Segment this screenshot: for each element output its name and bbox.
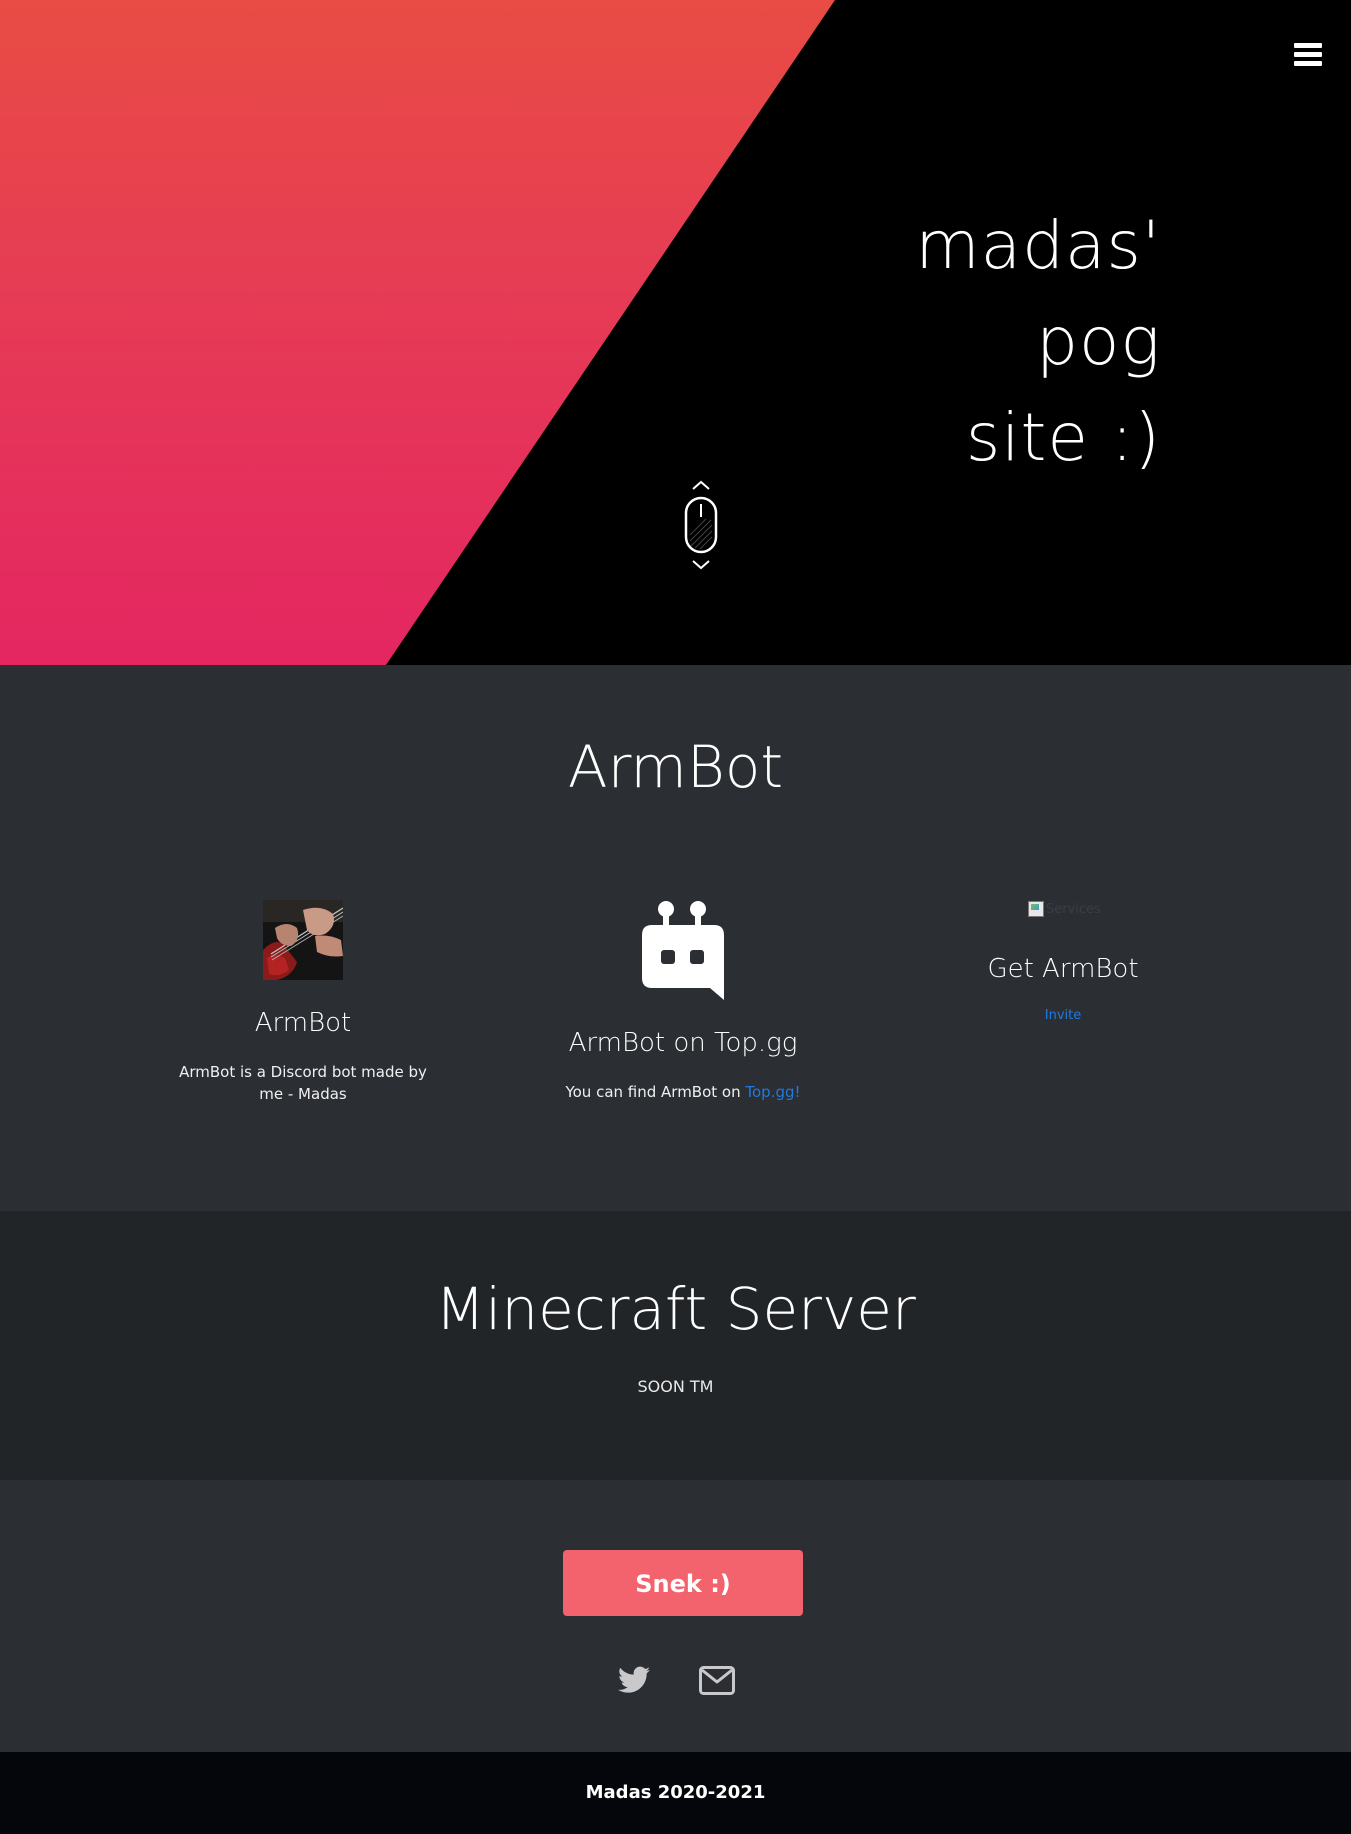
mail-icon[interactable]: [699, 1666, 735, 1696]
topgg-robot-icon: [642, 901, 724, 1000]
get-armbot-card-heading: Get ArmBot: [987, 954, 1139, 984]
minecraft-section-title: Minecraft Server: [435, 1275, 916, 1343]
hero-title-line-2: pog: [1036, 303, 1161, 380]
hero-title-line-3: site :): [965, 399, 1161, 476]
topgg-card-heading: ArmBot on Top.gg: [568, 1028, 798, 1058]
broken-image-icon: [1028, 901, 1044, 917]
hero-section: madas' pog site :): [0, 0, 1351, 665]
minecraft-section: Minecraft Server SOON TM: [0, 1211, 1351, 1480]
topgg-card-text: You can find ArmBot on Top.gg!: [533, 1081, 833, 1103]
armbot-card-text: ArmBot is a Discord bot made by me - Mad…: [179, 1063, 427, 1103]
armbot-card-heading: ArmBot: [254, 1008, 352, 1038]
guitar-avatar-image: [263, 900, 343, 980]
armbot-section: ArmBot ArmBot ArmBot is a Discord bot ma…: [0, 665, 1351, 1211]
hero-title: madas' pog site :): [761, 198, 1161, 486]
topgg-card-text-prefix: You can find ArmBot on: [565, 1083, 746, 1101]
hero-title-line-1: madas': [915, 207, 1161, 284]
twitter-icon[interactable]: [618, 1666, 650, 1694]
snek-button[interactable]: Snek :): [563, 1550, 803, 1616]
armbot-section-title: ArmBot: [567, 733, 784, 801]
broken-image-services: Services: [1028, 901, 1101, 917]
minecraft-section-subtitle: SOON TM: [637, 1377, 714, 1396]
footer-copyright: Madas 2020-2021: [585, 1782, 766, 1803]
cta-section: Snek :): [0, 1480, 1351, 1752]
footer: Madas 2020-2021: [0, 1752, 1351, 1834]
mouse-scroll-icon[interactable]: [681, 475, 721, 575]
topgg-link[interactable]: Top.gg!: [745, 1083, 800, 1101]
broken-image-alt-text: Services: [1046, 901, 1101, 917]
invite-link[interactable]: Invite: [1045, 1008, 1081, 1023]
hamburger-menu-icon[interactable]: [1294, 43, 1322, 67]
